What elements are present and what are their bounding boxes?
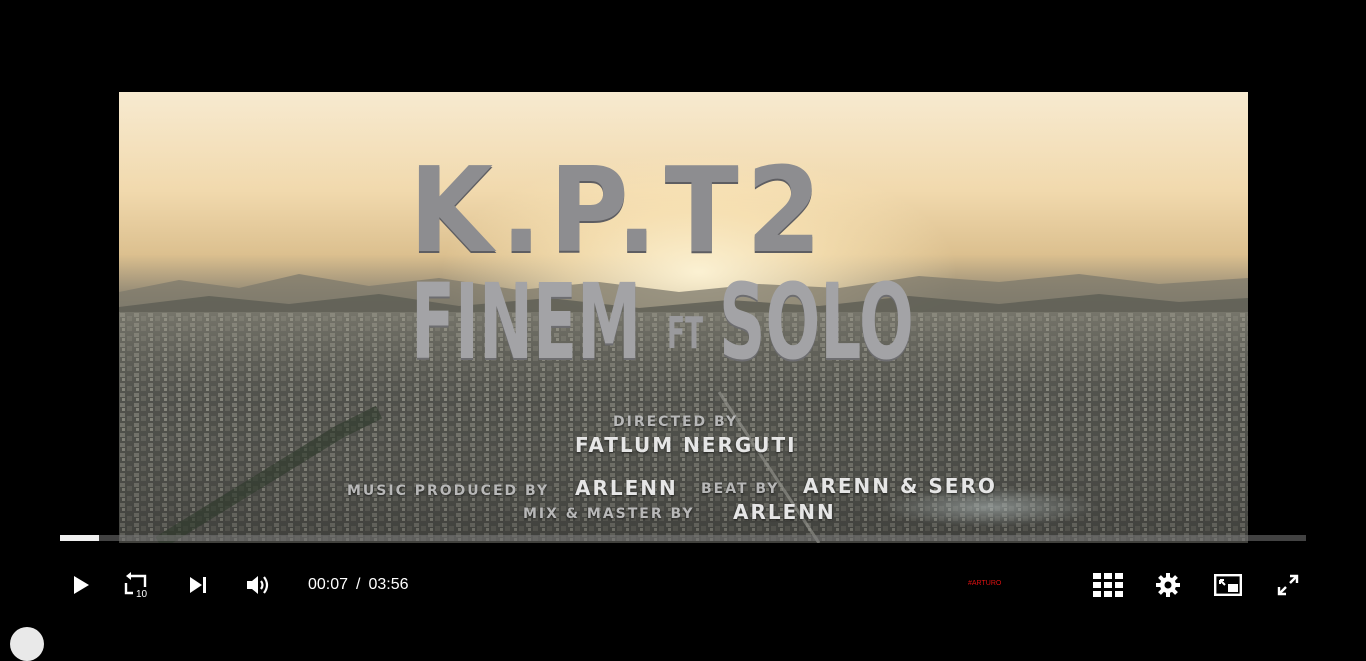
rewind-10-icon: 10 [124,572,148,599]
avatar[interactable] [10,627,44,661]
settings-icon [1156,573,1180,597]
featuring-label: FT [667,308,704,359]
player-controls: 10 00:07 / 03:56 #ARTURO [0,560,1366,610]
artist-featured: SOLO [719,261,914,383]
director-name: FATLUM NERGUTI [575,433,797,457]
video-frame[interactable]: K.P.T2 FINEM FT SOLO DIRECTED BY FATLUM … [119,92,1248,543]
progress-bar[interactable] [60,535,1306,541]
beat-by-label: BEAT BY [701,481,780,497]
rewind-10-button[interactable]: 10 [118,560,158,610]
beat-makers-name: ARENN & SERO [803,474,997,498]
grid-icon [1093,573,1123,597]
volume-button[interactable] [238,560,278,610]
settings-button[interactable] [1148,560,1188,610]
rewind-seconds-label: 10 [136,589,148,599]
mix-engineer-name: ARLENN [733,500,836,524]
fullscreen-icon [1277,574,1299,596]
next-icon [190,577,206,593]
current-time: 00:07 [308,576,349,593]
time-separator: / [356,576,361,593]
artist-primary: FINEM [411,261,642,383]
miniplayer-button[interactable] [1208,560,1248,610]
channel-watermark: #ARTURO [968,580,1002,587]
duration: 03:56 [368,576,409,593]
music-produced-label: MUSIC PRODUCED BY [347,483,550,499]
time-display: 00:07 / 03:56 [308,560,409,610]
play-icon [74,576,89,594]
more-videos-button[interactable] [1088,560,1128,610]
fullscreen-button[interactable] [1268,560,1308,610]
video-artists: FINEM FT SOLO [411,268,931,378]
directed-by-label: DIRECTED BY [613,414,739,430]
play-button[interactable] [60,560,100,610]
next-button[interactable] [178,560,218,610]
miniplayer-icon [1214,574,1242,596]
mix-master-label: MIX & MASTER BY [523,506,695,522]
volume-icon [247,576,269,594]
music-producer-name: ARLENN [575,476,678,500]
video-title: K.P.T2 [409,141,829,279]
progress-played [60,535,99,541]
